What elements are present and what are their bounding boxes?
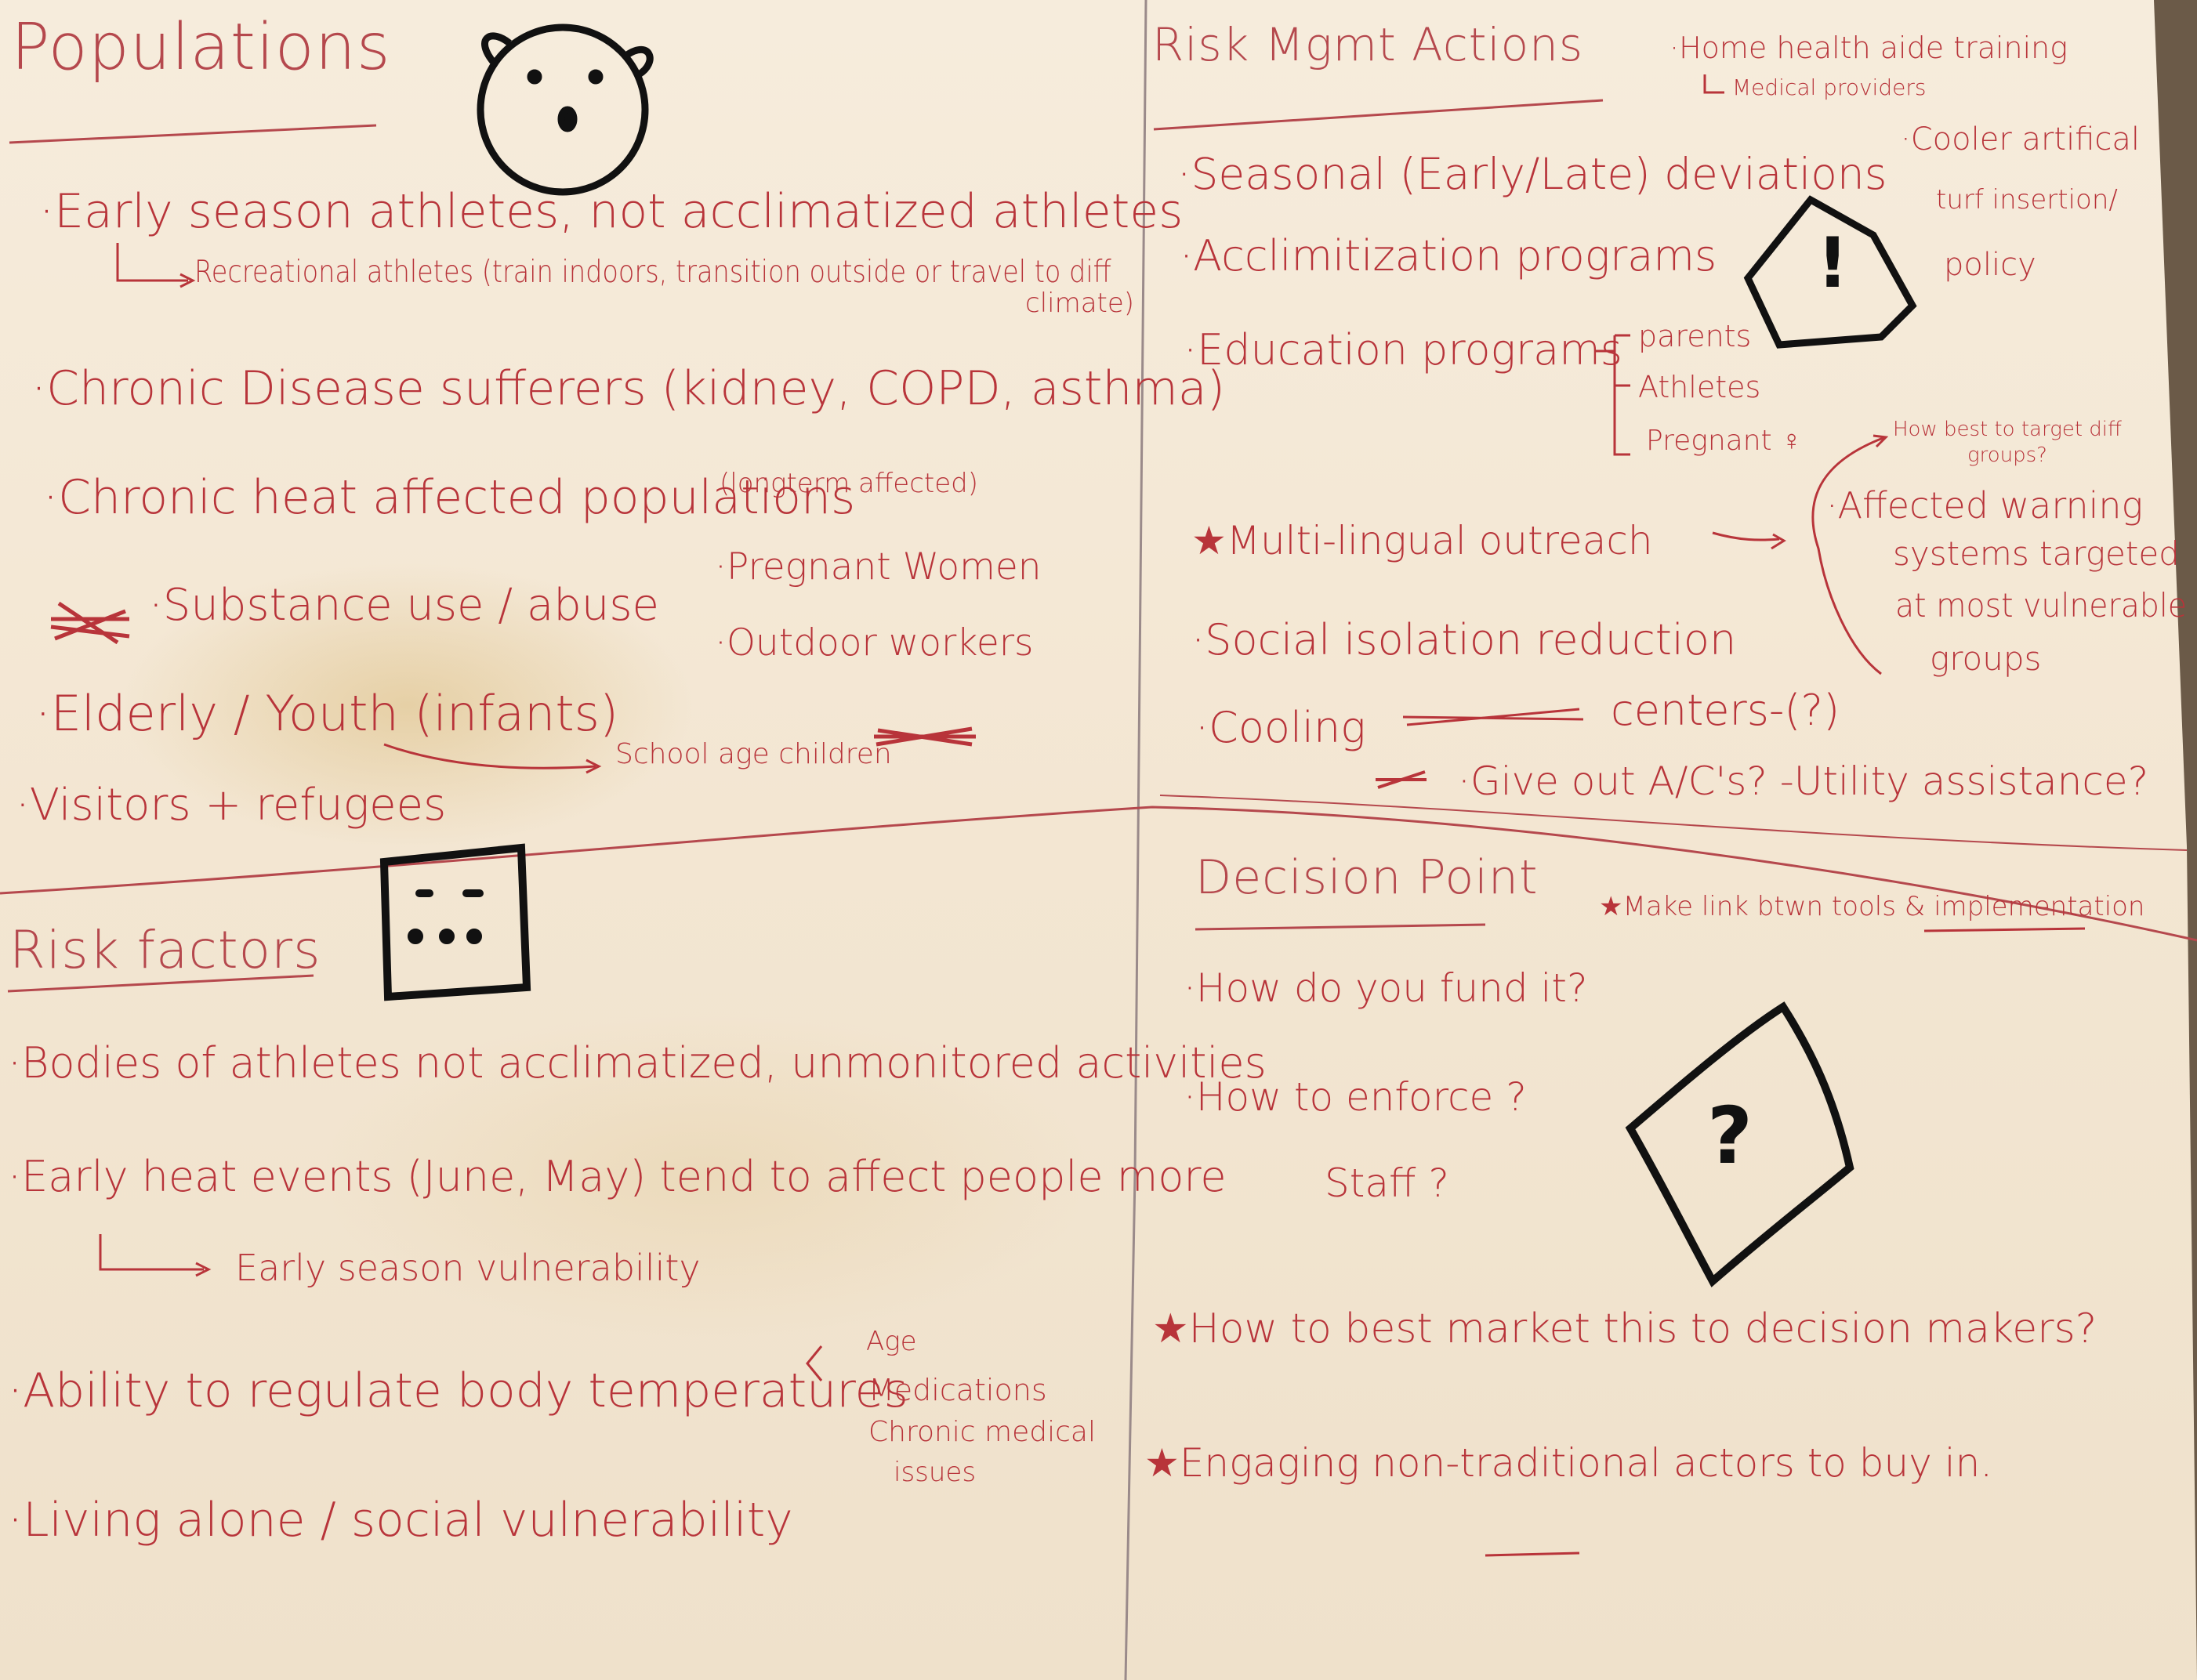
- dp-item-engaging: ★Engaging non-traditional actors to buy …: [1144, 1440, 1993, 1486]
- rf-item-early-heat: ·Early heat events (June, May) tend to a…: [8, 1152, 1227, 1201]
- rm-item-social-isolation: ·Social isolation reduction: [1191, 615, 1737, 664]
- decision-point-underline: [1195, 923, 1486, 931]
- rm-item-seasonal: ·Seasonal (Early/Late) deviations: [1177, 149, 1887, 199]
- exclamation-glyph: !: [1817, 223, 1849, 303]
- rm-item-cooling: ·Cooling: [1195, 703, 1366, 752]
- rm-item-most-vulnerable: at most vulnerable: [1895, 586, 2188, 625]
- populations-title: Populations: [11, 10, 391, 85]
- rm-item-give-out: ·Give out A/C's? -Utility assistance?: [1458, 759, 2149, 804]
- rm-item-systems: systems targeted: [1893, 534, 2180, 573]
- drawn-lines: [0, 0, 2197, 1680]
- rm-item-education: ·Education programs: [1184, 325, 1622, 375]
- rf-item-living-alone: ·Living alone / social vulnerability: [8, 1493, 793, 1548]
- pop-item-pregnant: ·Pregnant Women: [715, 545, 1042, 588]
- outreach-squiggle-arrow: [1712, 531, 1786, 550]
- rm-item-policy: policy: [1944, 247, 2036, 283]
- scribble-substance: [50, 601, 130, 645]
- risk-mgmt-title: Risk Mgmt Actions: [1152, 18, 1584, 71]
- rm-item-pregnant: Pregnant ♀: [1646, 425, 1803, 457]
- implementation-underline: [1923, 927, 2086, 932]
- rf-item-issues: issues: [894, 1457, 977, 1488]
- target-groups-connector: [1811, 436, 1886, 675]
- rm-item-athletes: Athletes: [1638, 370, 1761, 404]
- bear-face-icon: [477, 24, 654, 196]
- scribble-give-out: [1376, 770, 1427, 789]
- rm-item-how-best: How best to target diff: [1893, 418, 2122, 441]
- populations-underline: [9, 124, 377, 144]
- rm-item-acclimitization: ·Acclimitization programs: [1180, 231, 1717, 281]
- pop-item-recreational: Recreational athletes (train indoors, tr…: [194, 255, 1111, 290]
- rm-item-cooler: ·Cooler artifical: [1901, 121, 2141, 158]
- pop-item-elderly: ·Elderly / Youth (infants): [35, 685, 619, 742]
- rf-item-bodies: ·Bodies of athletes not acclimatized, un…: [8, 1038, 1267, 1088]
- rf-item-chronic-medical: Chronic medical: [868, 1416, 1096, 1448]
- rm-item-centers: centers-(?): [1611, 686, 1840, 735]
- medical-providers-arrow: [1703, 74, 1724, 94]
- scribble-cooling: [1402, 708, 1584, 726]
- pop-item-school-age: School age children: [615, 738, 892, 770]
- rm-item-multilingual: ★Multi-lingual outreach: [1191, 518, 1653, 563]
- pop-item-outdoor: ·Outdoor workers: [715, 621, 1034, 664]
- dp-item-market: ★How to best market this to decision mak…: [1152, 1305, 2097, 1352]
- question-glyph: ?: [1707, 1090, 1753, 1182]
- rm-item-groups: groups: [1930, 639, 2042, 678]
- dp-item-enforce: ·How to enforce ?: [1184, 1074, 1527, 1120]
- vertical-divider-line: [1124, 0, 1147, 1680]
- pop-item-substance: ·Substance use / abuse: [149, 580, 659, 631]
- rm-item-medical-providers: Medical providers: [1732, 74, 1927, 100]
- early-season-arrow: [99, 1234, 204, 1271]
- dp-item-make-link: ★Make link btwn tools & implementation: [1599, 891, 2145, 922]
- rf-item-early-season: Early season vulnerability: [235, 1247, 701, 1289]
- pop-item-visitors: ·Visitors + refugees: [16, 780, 447, 831]
- recreational-arrow: [116, 243, 188, 282]
- rm-item-home-health: ·Home health aide training: [1670, 31, 2068, 65]
- pop-item-climate: climate): [1025, 288, 1135, 319]
- market-underline: [1485, 1551, 1580, 1557]
- decision-point-title: Decision Point: [1195, 850, 1539, 905]
- dp-item-staff: Staff ?: [1325, 1160, 1449, 1206]
- pop-item-longterm: (longterm affected): [720, 468, 978, 499]
- rm-item-groups-q: groups?: [1967, 444, 2047, 467]
- dp-item-fund: ·How do you fund it?: [1184, 965, 1588, 1011]
- rf-item-regulate: ·Ability to regulate body temperatures: [8, 1363, 908, 1418]
- rm-item-turf: turf insertion/: [1936, 184, 2118, 215]
- rf-item-age: Age: [866, 1326, 917, 1357]
- rf-item-medications: Medications: [868, 1373, 1047, 1407]
- school-age-arrow: [383, 743, 596, 769]
- rm-item-warning: ·Affected warning: [1826, 484, 2144, 527]
- pop-item-athletes: ·Early season athletes, not acclimatized…: [39, 184, 1184, 239]
- rm-item-parents: parents: [1638, 319, 1752, 353]
- pop-item-chronic-disease: ·Chronic Disease sufferers (kidney, COPD…: [31, 361, 1226, 416]
- risk-mgmt-underline: [1153, 99, 1604, 131]
- dice-square-icon: [379, 843, 531, 1001]
- risk-factors-title: Risk factors: [9, 920, 321, 980]
